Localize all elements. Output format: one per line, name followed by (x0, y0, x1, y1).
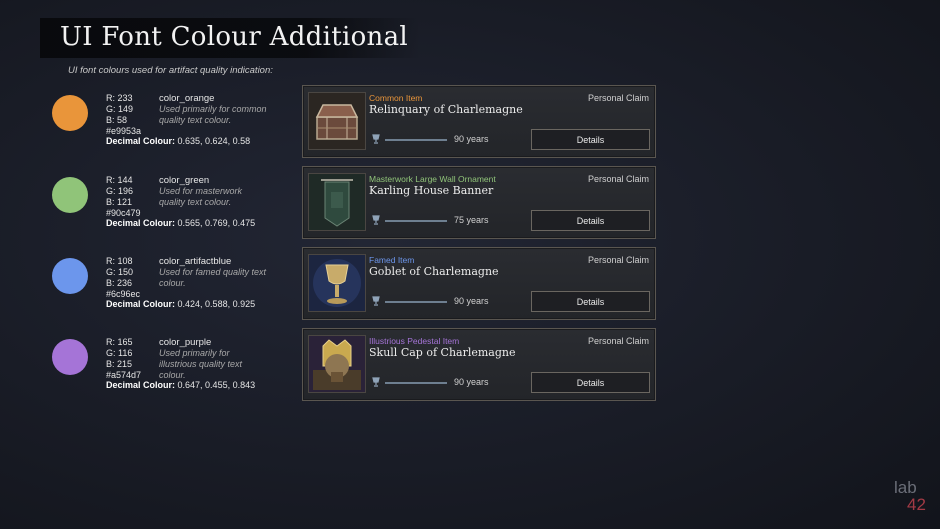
color-name: color_artifactblue (159, 256, 232, 267)
color-description: Used primarily for illustrious quality t… (159, 348, 243, 380)
claim-type: Personal Claim (587, 174, 649, 184)
color-swatch-green: R: 144 G: 196 B: 121 #90c479 color_green… (52, 175, 292, 237)
color-name: color_green (159, 175, 210, 186)
item-name: Skull Cap of Charlemagne (369, 346, 516, 359)
duration-years: 90 years (454, 377, 489, 387)
color-swatch-artifactblue: R: 108 G: 150 B: 236 #6c96ec color_artif… (52, 256, 292, 318)
color-dot (52, 95, 88, 131)
item-quality: Famed Item (369, 255, 415, 265)
color-swatch-orange: R: 233 G: 149 B: 58 #e9953a color_orange… (52, 93, 292, 155)
banner-icon (308, 173, 366, 231)
color-swatch-purple: R: 165 G: 116 B: 215 #a574d7 color_purpl… (52, 337, 292, 399)
goblet-small-icon (372, 215, 380, 225)
decimal-colour: Decimal Colour: 0.424, 0.588, 0.925 (106, 299, 256, 309)
item-card-banner: Masterwork Large Wall Ornament Karling H… (302, 166, 656, 239)
lab42-logo: lab 42 (894, 478, 926, 514)
rgb-values: R: 165 G: 116 B: 215 #a574d7 (106, 337, 142, 380)
item-name: Goblet of Charlemagne (369, 265, 499, 278)
details-button[interactable]: Details (531, 210, 650, 231)
skull-cap-icon (308, 335, 366, 393)
reliquary-chest-icon (308, 92, 366, 150)
details-button[interactable]: Details (531, 291, 650, 312)
decimal-colour: Decimal Colour: 0.635, 0.624, 0.58 (106, 136, 251, 146)
page-subtitle: UI font colours used for artifact qualit… (68, 65, 273, 76)
item-quality: Masterwork Large Wall Ornament (369, 174, 496, 184)
duration-years: 90 years (454, 134, 489, 144)
color-name: color_purple (159, 337, 212, 348)
decimal-colour: Decimal Colour: 0.565, 0.769, 0.475 (106, 218, 256, 228)
duration-bar (385, 382, 447, 384)
color-dot (52, 258, 88, 294)
duration-years: 90 years (454, 296, 489, 306)
item-card-skull-cap: Illustrious Pedestal Item Skull Cap of C… (302, 328, 656, 401)
goblet-small-icon (372, 134, 380, 144)
details-button[interactable]: Details (531, 372, 650, 393)
duration-bar (385, 220, 447, 222)
page-title: UI Font Colour Additional (60, 22, 408, 52)
color-description: Used for masterwork quality text colour. (159, 186, 243, 207)
goblet-small-icon (372, 296, 380, 306)
item-name: Relinquary of Charlemagne (369, 103, 523, 116)
color-dot (52, 177, 88, 213)
goblet-icon (308, 254, 366, 312)
color-description: Used primarily for common quality text c… (159, 104, 267, 125)
rgb-values: R: 233 G: 149 B: 58 #e9953a (106, 93, 142, 136)
item-card-goblet: Famed Item Goblet of Charlemagne Persona… (302, 247, 656, 320)
decimal-colour: Decimal Colour: 0.647, 0.455, 0.843 (106, 380, 256, 390)
duration-bar (385, 301, 447, 303)
claim-type: Personal Claim (587, 336, 649, 346)
item-card-reliquary: Common Item Relinquary of Charlemagne Pe… (302, 85, 656, 158)
duration-years: 75 years (454, 215, 489, 225)
item-quality: Illustrious Pedestal Item (369, 336, 460, 346)
rgb-values: R: 144 G: 196 B: 121 #90c479 (106, 175, 141, 218)
color-name: color_orange (159, 93, 215, 104)
details-button[interactable]: Details (531, 129, 650, 150)
claim-type: Personal Claim (587, 93, 649, 103)
claim-type: Personal Claim (587, 255, 649, 265)
item-quality: Common Item (369, 93, 423, 103)
color-dot (52, 339, 88, 375)
item-name: Karling House Banner (369, 184, 494, 197)
goblet-small-icon (372, 377, 380, 387)
color-description: Used for famed quality text colour. (159, 267, 267, 288)
rgb-values: R: 108 G: 150 B: 236 #6c96ec (106, 256, 141, 299)
duration-bar (385, 139, 447, 141)
